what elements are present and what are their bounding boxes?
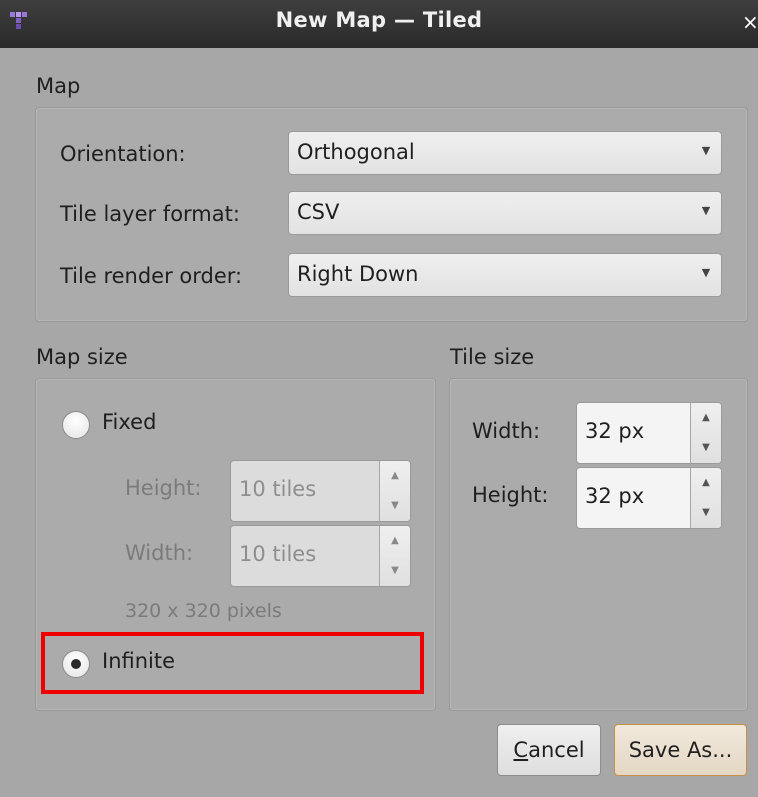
chevron-down-icon[interactable]: ▼ [691,498,721,528]
chevron-up-icon: ▲ [391,535,399,546]
fixed-radio[interactable] [62,411,90,439]
tile-height-spinbox[interactable]: 32 px ▲ ▼ [576,467,722,529]
chevron-down-icon: ▼ [701,266,711,279]
close-icon[interactable]: × [742,10,758,34]
orientation-value: Orthogonal [297,140,415,164]
orientation-combo[interactable]: Orthogonal ▼ [288,131,722,175]
title-bar: New Map — Tiled × [0,0,758,48]
map-size-title: Map size [36,345,128,369]
orientation-label: Orientation: [60,142,186,166]
map-width-label: Width: [125,541,194,565]
chevron-down-icon: ▼ [701,204,711,217]
spin-buttons: ▲ ▼ [379,526,410,586]
tile-width-value: 32 px [585,419,645,443]
map-height-spinbox: 10 tiles ▲ ▼ [230,460,411,522]
tile-render-order-value: Right Down [297,262,419,286]
tile-width-spinbox[interactable]: 32 px ▲ ▼ [576,402,722,464]
tile-render-order-combo[interactable]: Right Down ▼ [288,253,722,297]
tile-size-title: Tile size [450,345,535,369]
spin-buttons: ▲ ▼ [379,461,410,521]
map-width-value: 10 tiles [239,542,317,566]
map-height-label: Height: [125,476,202,500]
fixed-label[interactable]: Fixed [102,410,156,434]
spin-buttons[interactable]: ▲ ▼ [690,403,721,463]
cancel-mnemonic: C [513,738,529,762]
tile-layer-format-value: CSV [297,200,340,224]
tile-height-value: 32 px [585,484,645,508]
spin-buttons[interactable]: ▲ ▼ [690,468,721,528]
tile-layer-format-label: Tile layer format: [60,202,240,226]
tile-layer-format-combo[interactable]: CSV ▼ [288,191,722,235]
tile-width-label: Width: [472,419,541,443]
chevron-down-icon[interactable]: ▼ [691,433,721,463]
chevron-down-icon: ▼ [701,144,711,157]
pixels-hint: 320 x 320 pixels [125,600,282,622]
save-as-button[interactable]: Save As... [614,724,747,776]
highlight-box [41,632,424,694]
chevron-down-icon: ▼ [391,565,399,576]
cancel-button[interactable]: Cancel [497,724,601,776]
map-width-spinbox: 10 tiles ▲ ▼ [230,525,411,587]
tile-render-order-label: Tile render order: [60,264,243,288]
chevron-up-icon[interactable]: ▲ [691,468,721,498]
chevron-up-icon[interactable]: ▲ [691,403,721,433]
map-section-title: Map [36,74,81,98]
tile-height-label: Height: [472,483,549,507]
cancel-label: ancel [528,738,585,762]
window-title: New Map — Tiled [275,8,483,32]
map-height-value: 10 tiles [239,477,317,501]
chevron-up-icon: ▲ [391,470,399,481]
chevron-down-icon: ▼ [391,500,399,511]
